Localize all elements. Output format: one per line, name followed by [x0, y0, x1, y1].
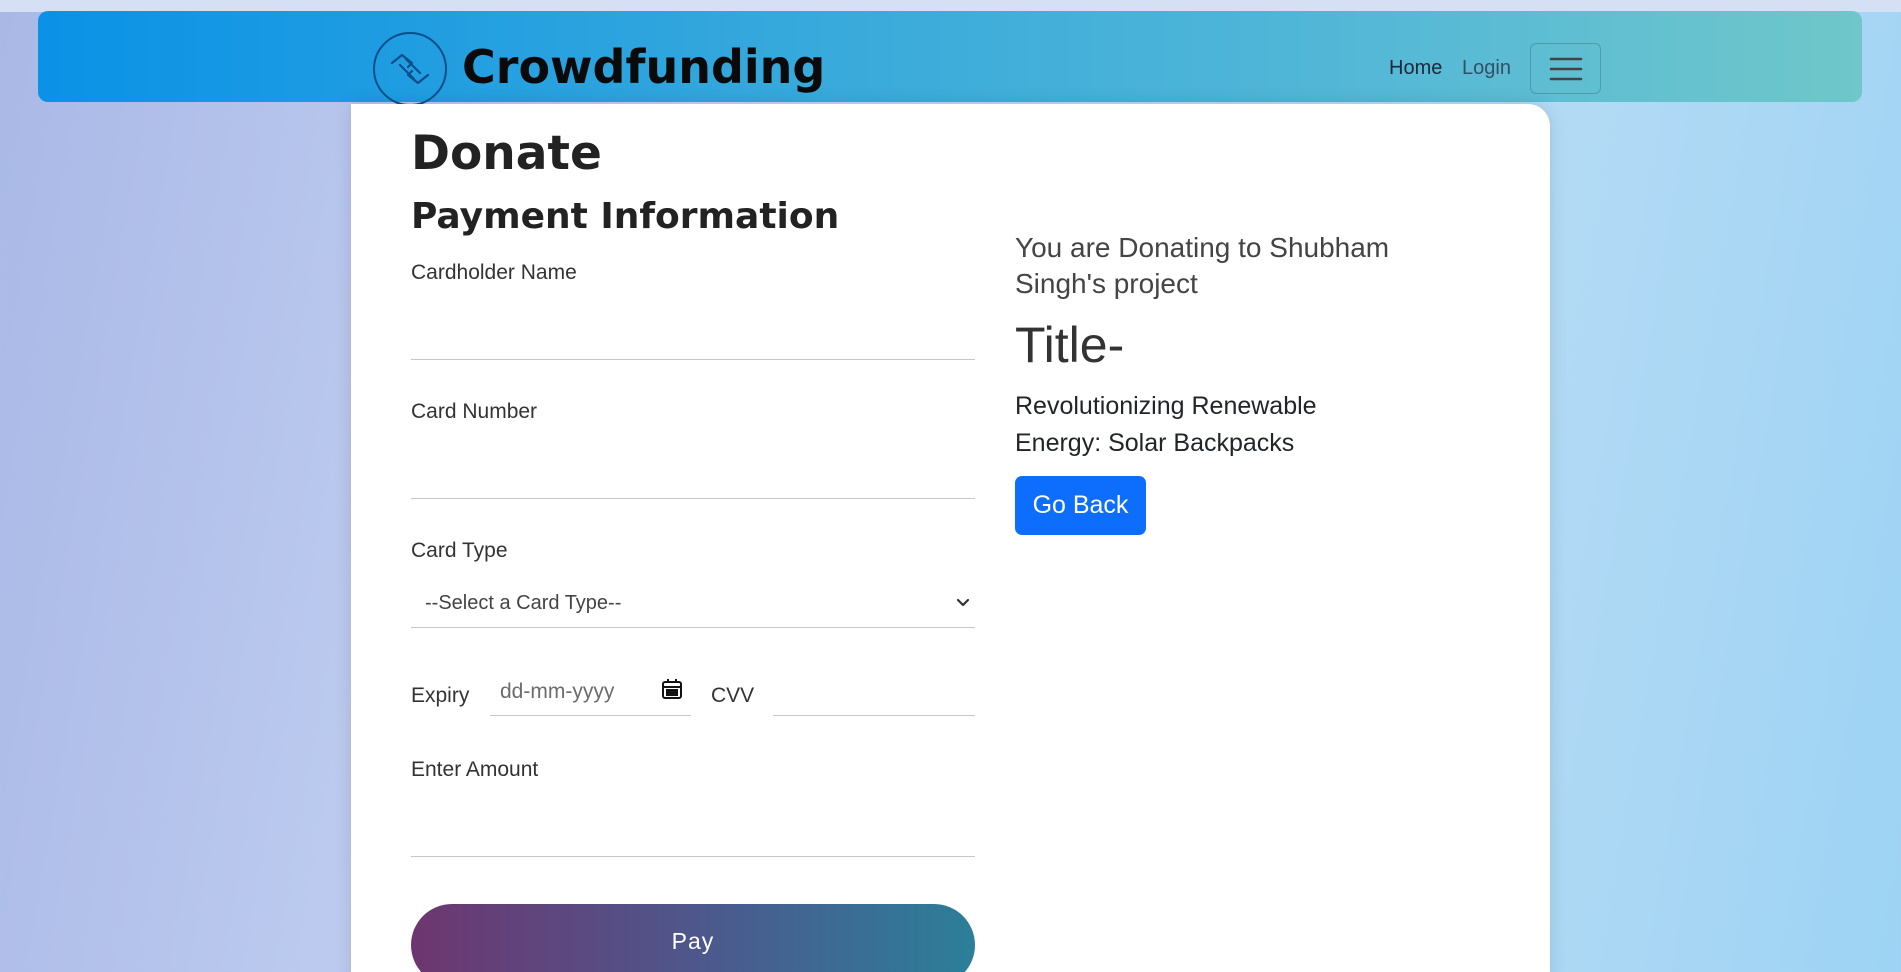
donation-intro: You are Donating to Shubham Singh's proj… — [1015, 232, 1390, 299]
chevron-down-icon — [956, 598, 970, 607]
expiry-placeholder: dd-mm-yyyy — [500, 680, 615, 703]
cvv-input[interactable] — [773, 666, 975, 716]
brand-name[interactable]: Crowdfunding — [462, 37, 825, 97]
nav-home-link[interactable]: Home — [1389, 56, 1442, 80]
page-title: Donate — [411, 126, 602, 181]
calendar-icon[interactable] — [661, 678, 683, 700]
pay-button[interactable]: Pay — [411, 904, 975, 972]
cardholder-name-input[interactable] — [411, 304, 975, 360]
nav-login-link[interactable]: Login — [1462, 56, 1511, 80]
card-number-label: Card Number — [411, 400, 538, 423]
go-back-button[interactable]: Go Back — [1015, 476, 1146, 535]
hamburger-icon — [1549, 57, 1582, 80]
amount-input[interactable] — [411, 801, 975, 857]
section-title: Payment Information — [411, 196, 840, 237]
title-label: Title- — [1015, 317, 1125, 373]
card-type-selected-value: --Select a Card Type-- — [425, 592, 622, 614]
expiry-label: Expiry — [411, 684, 470, 707]
project-title: Revolutionizing Renewable Energy: Solar … — [1015, 392, 1317, 457]
card-number-input[interactable] — [411, 443, 975, 499]
card-type-select[interactable]: --Select a Card Type-- — [411, 580, 975, 628]
navbar: Crowdfunding Home Login — [38, 11, 1862, 106]
expiry-date-input[interactable]: dd-mm-yyyy — [490, 664, 691, 716]
donate-card: Donate Payment Information Cardholder Na… — [351, 104, 1550, 972]
menu-toggle-button[interactable] — [1530, 43, 1601, 94]
handshake-icon[interactable] — [373, 32, 447, 106]
card-type-label: Card Type — [411, 539, 508, 562]
amount-label: Enter Amount — [411, 758, 539, 781]
cvv-label: CVV — [711, 684, 755, 707]
cardholder-label: Cardholder Name — [411, 261, 577, 284]
